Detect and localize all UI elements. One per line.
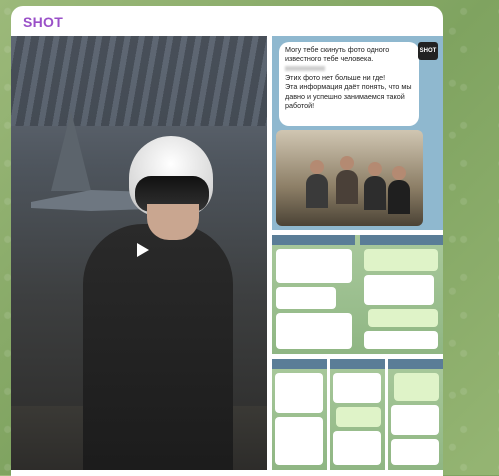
bubble-text-2: Этих фото нет больше ни где! [285,73,386,83]
photo-chat-screenshot[interactable]: Могу тебе скинуть фото одного известного… [272,36,443,230]
channel-message: SHOT Могу тебе скинуть фото одного извес… [11,6,443,476]
bubble-redacted [285,64,413,73]
media-album: Могу тебе скинуть фото одного известного… [11,36,443,476]
chat-screenshot-photo[interactable] [272,359,327,470]
bubble-text-3: Эта информация даёт понять, что мы давно… [285,82,412,111]
shot-logo: SHOT [418,42,438,60]
chat-bubble: Могу тебе скинуть фото одного известного… [279,42,419,126]
bubble-text-1: Могу тебе скинуть фото одного известного… [285,45,390,64]
chat-screenshot-photo[interactable] [388,359,443,470]
group-photo [276,130,423,226]
person-body [83,224,233,470]
chat-screenshot-photo[interactable] [272,235,443,354]
channel-name[interactable]: SHOT [23,14,63,30]
play-icon[interactable] [129,236,157,264]
person-face [147,204,199,240]
hangar-roof [11,36,267,126]
chat-screenshot-photo[interactable] [330,359,385,470]
video-thumbnail[interactable] [11,36,267,470]
